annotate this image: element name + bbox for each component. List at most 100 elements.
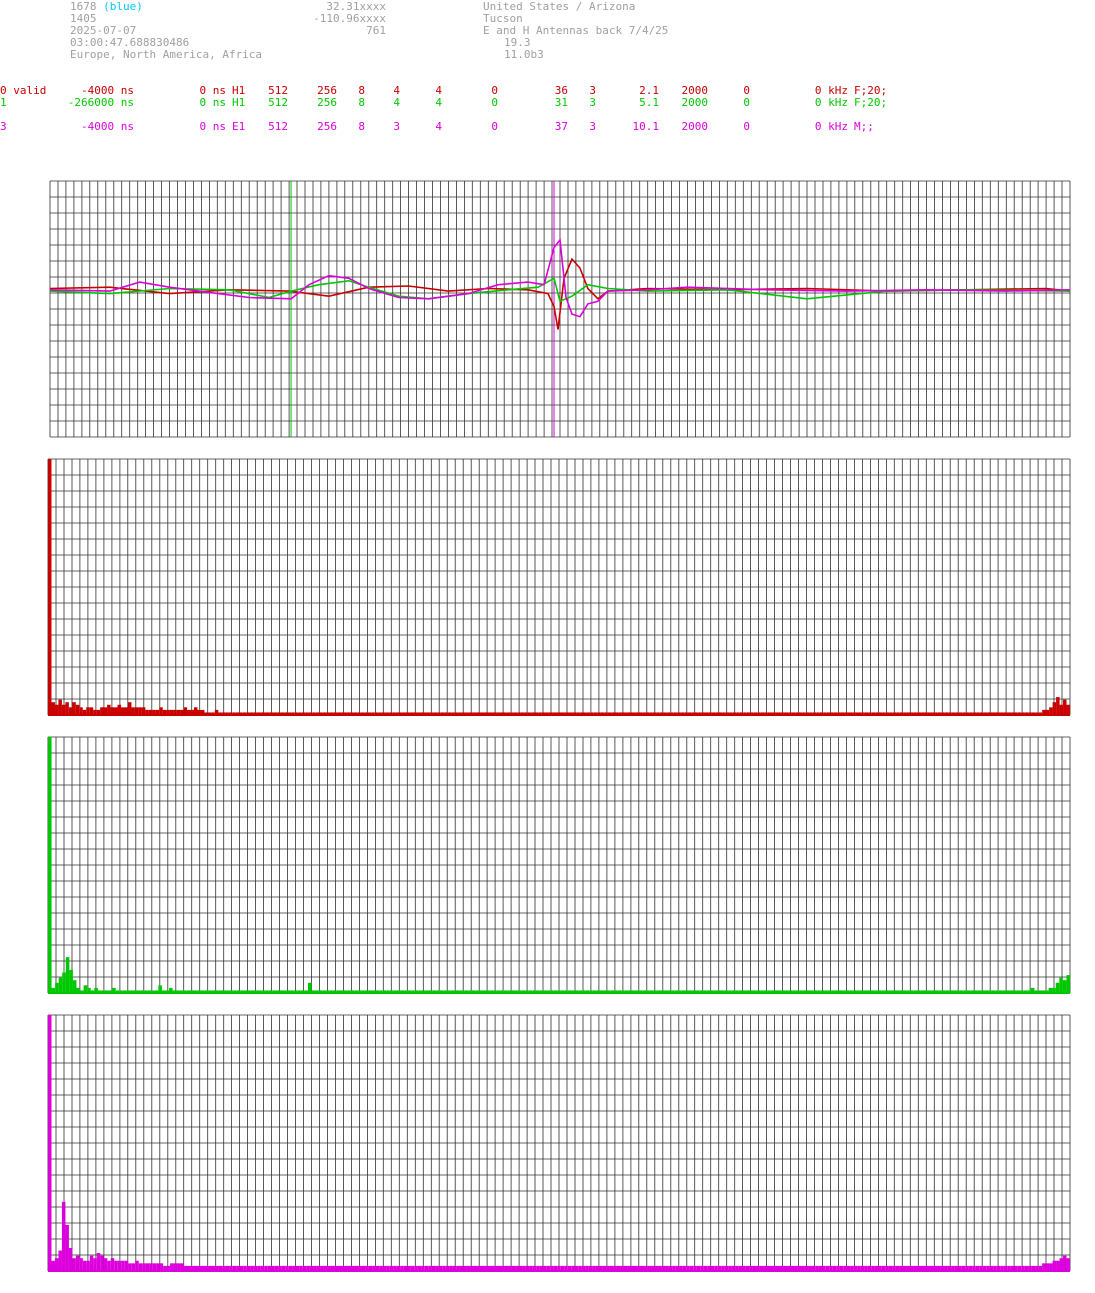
bar-0-292	[1063, 699, 1067, 715]
channel-2-filter: M;;	[854, 120, 874, 133]
bar-3-12	[89, 1255, 94, 1271]
bar-3-13	[93, 1258, 97, 1271]
bar-3-6	[68, 1247, 73, 1271]
bar-0-39	[183, 707, 188, 715]
header-regions: Europe, North America, Africa	[70, 48, 263, 61]
bar-3-291	[1063, 1255, 1067, 1271]
bar-3-36	[173, 1263, 178, 1271]
bar-3-287	[1049, 1263, 1053, 1271]
bar-3-19	[114, 1260, 118, 1271]
bar-0-3	[58, 699, 62, 715]
bar-0-289	[1052, 702, 1057, 715]
bar-0-7	[72, 702, 76, 715]
bar-0-21	[121, 707, 125, 715]
bar-3-2	[54, 1258, 59, 1271]
bar-3-292	[1066, 1258, 1070, 1271]
channel-1-c5: 4	[435, 96, 442, 109]
bar-0-2	[54, 704, 59, 715]
bar-3-32	[159, 1263, 164, 1271]
bar-3-18	[110, 1258, 115, 1271]
bar-3-286	[1045, 1263, 1050, 1271]
bar-3-290	[1059, 1258, 1064, 1271]
bar-3-31	[156, 1263, 160, 1271]
channel-1-c1: 512	[268, 96, 288, 109]
bar-0-288	[1049, 707, 1053, 715]
channel-1-c7: 31	[554, 96, 568, 109]
bar-0-6	[68, 707, 73, 715]
grid	[47, 1014, 1071, 1272]
bar-3-1	[51, 1260, 55, 1271]
bar-1-6	[69, 969, 73, 993]
channel-2-c10: 2000	[681, 120, 709, 133]
bar-0-23	[127, 702, 132, 715]
bar-3-16	[103, 1258, 108, 1271]
bar-3-15	[100, 1255, 104, 1271]
bar-1-3	[58, 977, 63, 993]
spectrum-chart-1	[47, 736, 1071, 994]
bar-3-37	[177, 1263, 181, 1271]
header-val2: 11.0b3	[504, 48, 544, 61]
bar-3-38	[180, 1263, 185, 1271]
channel-2-c5: 4	[435, 120, 442, 133]
channel-1-c4: 4	[393, 96, 400, 109]
bar-1-2	[55, 982, 59, 993]
bar-3-11	[86, 1260, 90, 1271]
bar-0-15	[100, 707, 104, 715]
channel-1-c6: 0	[491, 96, 498, 109]
bar-3-288	[1052, 1260, 1057, 1271]
bar-0-20	[117, 704, 121, 715]
bar-0-0	[48, 459, 52, 715]
channel-1-c10: 2000	[681, 96, 709, 109]
channel-1-id: 1	[0, 96, 7, 109]
channel-1-filter: F;20;	[854, 96, 888, 109]
channel-2-c3: 8	[358, 120, 365, 133]
bar-3-10	[82, 1260, 87, 1271]
bar-3-21	[121, 1260, 125, 1271]
bar-3-4	[61, 1201, 66, 1271]
bar-0-9	[79, 707, 83, 715]
channel-2-offset: -4000 ns	[81, 120, 134, 133]
spectrum-chart-0	[47, 458, 1071, 716]
channel-2-delay: 0 ns	[199, 120, 227, 133]
bar-3-24	[131, 1263, 136, 1271]
bar-3-30	[152, 1263, 157, 1271]
header-alt: 761	[366, 24, 386, 37]
bar-0-17	[107, 704, 111, 715]
channel-1-c8: 3	[589, 96, 596, 109]
bar-0-5	[65, 702, 69, 715]
channel-1-delay: 0 ns	[199, 96, 227, 109]
bar-3-14	[96, 1253, 101, 1271]
bar-3-28	[145, 1263, 150, 1271]
bar-1-73	[307, 982, 312, 993]
bar-3-25	[135, 1260, 139, 1271]
channel-1-c3: 8	[358, 96, 365, 109]
bar-3-17	[107, 1260, 111, 1271]
bar-0-1	[51, 702, 55, 715]
bar-1-4	[62, 972, 66, 993]
bar-0-26	[138, 707, 142, 715]
bar-1-286	[1066, 975, 1070, 993]
bar-0-16	[103, 707, 108, 715]
bar-3-285	[1042, 1263, 1046, 1271]
channel-2-c11: 0	[743, 120, 750, 133]
bar-3-0	[48, 1015, 52, 1271]
bar-1-284	[1059, 977, 1063, 993]
channel-1-offset: -266000 ns	[67, 96, 134, 109]
bar-3-26	[138, 1263, 143, 1271]
channel-2-ant: E1	[232, 120, 246, 133]
bar-0-4	[61, 704, 66, 715]
waveform-chart	[49, 180, 1071, 438]
channel-2-c2: 256	[317, 120, 337, 133]
bar-1-31	[158, 985, 162, 993]
grid	[47, 458, 1071, 716]
bar-0-25	[134, 707, 139, 715]
bar-3-23	[128, 1263, 132, 1271]
bar-3-9	[79, 1258, 83, 1271]
channel-2-c8: 3	[589, 120, 596, 133]
bar-0-8	[75, 704, 80, 715]
channel-2-c6: 0	[491, 120, 498, 133]
bar-0-291	[1059, 704, 1064, 715]
bar-3-289	[1056, 1260, 1060, 1271]
bar-3-5	[65, 1224, 69, 1271]
bar-0-24	[131, 707, 135, 715]
